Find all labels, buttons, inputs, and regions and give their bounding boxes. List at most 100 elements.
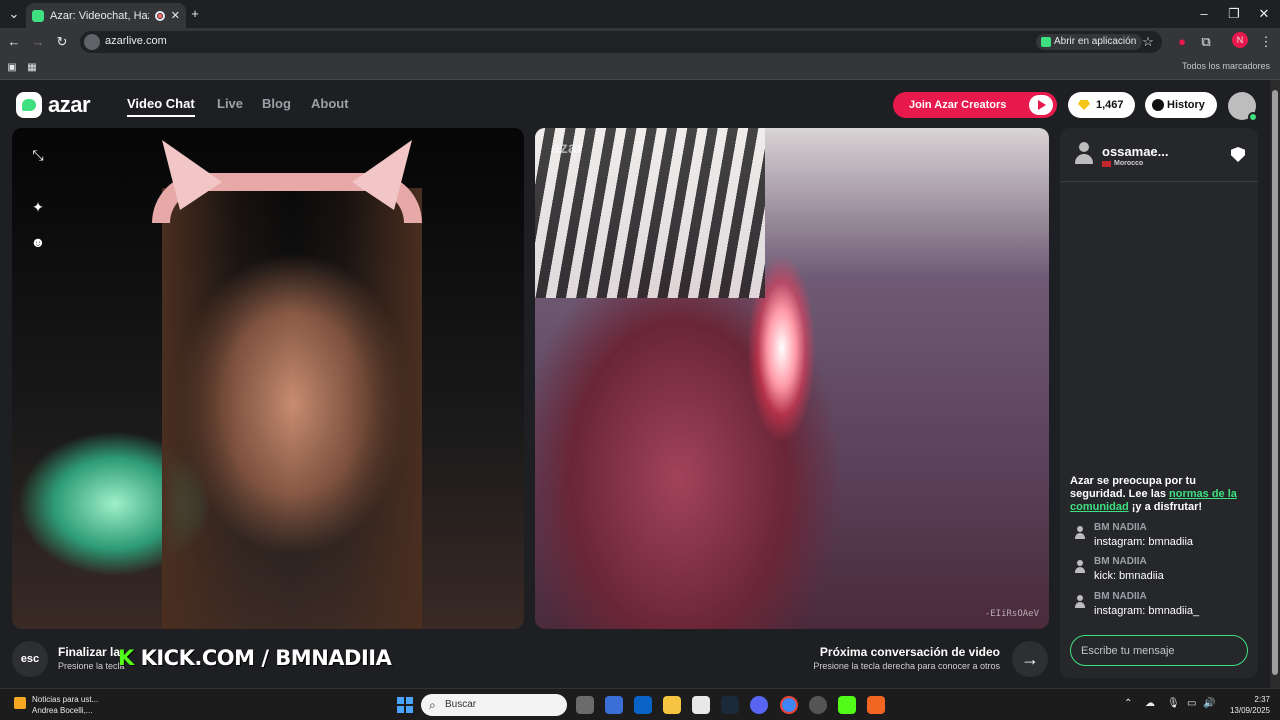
tray-chevron-icon[interactable]: ⌃ bbox=[1124, 698, 1132, 709]
sender-avatar-icon bbox=[1074, 560, 1086, 574]
scrollbar-thumb[interactable] bbox=[1272, 90, 1278, 675]
play-icon bbox=[1029, 95, 1053, 115]
obs-icon[interactable] bbox=[809, 696, 827, 714]
gem-icon bbox=[1078, 100, 1090, 110]
history-button[interactable]: History bbox=[1145, 92, 1217, 118]
back-icon[interactable]: ← bbox=[4, 32, 24, 52]
microphone-icon[interactable]: 🎙 bbox=[1167, 698, 1180, 709]
kick-app-icon[interactable] bbox=[838, 696, 856, 714]
effects-sparkle-icon[interactable]: ✦ bbox=[28, 197, 48, 217]
open-in-app-button[interactable]: Abrir en aplicación bbox=[1036, 34, 1143, 50]
history-label: History bbox=[1167, 99, 1205, 111]
chat-header: ossamae... Morocco bbox=[1060, 128, 1258, 182]
tab-title: Azar: Videochat, Haz nuevo bbox=[50, 9, 149, 22]
chat-message: BM NADIIA instagram: bmnadiia_ bbox=[1074, 591, 1254, 621]
news-subtitle: Andrea Bocelli,... bbox=[32, 706, 93, 715]
outlook-icon[interactable] bbox=[634, 696, 652, 714]
profile-avatar[interactable]: N bbox=[1232, 32, 1248, 48]
azar-logo[interactable]: azar bbox=[16, 91, 106, 119]
app-icon[interactable] bbox=[692, 696, 710, 714]
bookmark-star-icon[interactable]: ☆ bbox=[1138, 32, 1158, 52]
steam-icon[interactable] bbox=[721, 696, 739, 714]
message-text: instagram: bmnadiia_ bbox=[1094, 605, 1200, 617]
start-button-icon[interactable] bbox=[397, 697, 413, 713]
partner-avatar-icon[interactable] bbox=[1074, 142, 1094, 166]
chat-message-input[interactable] bbox=[1070, 635, 1248, 666]
minimize-icon[interactable]: – bbox=[1194, 4, 1214, 24]
new-tab-icon[interactable]: + bbox=[185, 4, 205, 24]
video-cat-ears bbox=[162, 140, 412, 220]
sender-avatar-icon bbox=[1074, 595, 1086, 609]
site-info-icon[interactable] bbox=[84, 34, 100, 50]
menu-icon[interactable]: ⋮ bbox=[1256, 32, 1276, 52]
recording-icon bbox=[154, 10, 165, 21]
browser-tab[interactable]: Azar: Videochat, Haz nuevo ✕ bbox=[26, 3, 186, 28]
extension-icon[interactable]: ● bbox=[1172, 32, 1192, 52]
nav-blog[interactable]: Blog bbox=[262, 96, 291, 111]
extensions-puzzle-icon[interactable]: ⧉ bbox=[1196, 32, 1216, 52]
app-icon-orange[interactable] bbox=[867, 696, 885, 714]
next-chat-title: Próxima conversación de video bbox=[819, 645, 1000, 659]
join-creators-button[interactable]: Join Azar Creators bbox=[893, 92, 1057, 118]
close-window-icon[interactable]: ✕ bbox=[1254, 4, 1274, 24]
sender-avatar-icon bbox=[1074, 526, 1086, 540]
restore-icon[interactable]: ❐ bbox=[1224, 4, 1244, 24]
video-watermark-logo: azar bbox=[551, 140, 584, 157]
azar-logo-icon bbox=[16, 92, 42, 118]
nav-about[interactable]: About bbox=[311, 96, 349, 111]
cloud-icon[interactable]: ☁ bbox=[1145, 698, 1155, 709]
tab-close-icon[interactable]: ✕ bbox=[171, 9, 180, 22]
tab-search-icon[interactable]: ⌄ bbox=[4, 4, 24, 24]
user-profile-avatar[interactable] bbox=[1228, 92, 1258, 122]
gems-count: 1,467 bbox=[1096, 99, 1124, 111]
message-sender: BM NADIIA bbox=[1094, 591, 1147, 602]
page-scrollbar[interactable] bbox=[1270, 80, 1280, 688]
kick-stream-overlay: K KICK.COM / BMNADIIA bbox=[118, 646, 392, 670]
chat-message: BM NADIIA instagram: bmnadiia bbox=[1074, 522, 1254, 552]
all-bookmarks-link[interactable]: Todos los marcadores bbox=[1182, 61, 1270, 71]
volume-icon[interactable]: 🔊 bbox=[1203, 698, 1215, 709]
store-icon[interactable] bbox=[605, 696, 623, 714]
gems-button[interactable]: 1,467 bbox=[1068, 92, 1135, 118]
minimize-video-icon[interactable]: ⤡ bbox=[28, 145, 48, 165]
discord-icon[interactable] bbox=[750, 696, 768, 714]
message-sender: BM NADIIA bbox=[1094, 556, 1147, 567]
end-chat-title: Finalizar la bbox=[58, 645, 121, 659]
nav-live[interactable]: Live bbox=[217, 96, 243, 111]
message-text: instagram: bmnadiia bbox=[1094, 536, 1194, 548]
partner-name[interactable]: ossamae... bbox=[1102, 144, 1169, 159]
sidebar-icon[interactable]: ▣ bbox=[2, 58, 22, 78]
nav-video-chat[interactable]: Video Chat bbox=[127, 96, 195, 117]
network-icon[interactable]: ▭ bbox=[1187, 698, 1196, 709]
next-chat-hint: Presione la tecla derecha para conocer a… bbox=[813, 661, 1000, 671]
apps-grid-icon[interactable]: ▦ bbox=[22, 58, 42, 78]
task-view-icon[interactable] bbox=[576, 696, 594, 714]
forward-icon[interactable]: → bbox=[28, 32, 48, 52]
url-text[interactable]: azarlive.com bbox=[105, 35, 167, 47]
video-hair bbox=[162, 188, 422, 629]
news-widget[interactable]: Noticias para ust... Andrea Bocelli,... bbox=[14, 694, 98, 716]
clock-icon bbox=[1152, 99, 1164, 111]
file-explorer-icon[interactable] bbox=[663, 696, 681, 714]
chrome-icon[interactable] bbox=[780, 696, 798, 714]
chat-panel: ossamae... Morocco Azar se preocupa por … bbox=[1060, 128, 1258, 678]
system-clock[interactable]: 2:37 13/09/2025 bbox=[1230, 694, 1270, 716]
next-chat-arrow-icon[interactable]: → bbox=[1012, 641, 1048, 677]
online-status-icon bbox=[1248, 112, 1258, 122]
end-chat-button[interactable]: esc bbox=[12, 641, 48, 677]
taskbar-search[interactable]: Buscar bbox=[421, 694, 567, 716]
windows-taskbar: Noticias para ust... Andrea Bocelli,... … bbox=[0, 688, 1280, 720]
tab-favicon-icon bbox=[32, 9, 44, 22]
logo-text: azar bbox=[48, 92, 91, 117]
report-shield-icon[interactable] bbox=[1231, 147, 1245, 162]
flag-icon bbox=[1102, 161, 1111, 167]
face-filter-icon[interactable]: ☻ bbox=[28, 232, 48, 252]
news-title: Noticias para ust... bbox=[32, 695, 99, 704]
safety-text-end: ¡y a disfrutar! bbox=[1128, 501, 1203, 513]
reload-icon[interactable]: ↻ bbox=[52, 32, 72, 52]
kick-overlay-text: KICK.COM / BMNADIIA bbox=[140, 646, 392, 670]
azar-page: azar Video Chat Live Blog About Join Aza… bbox=[0, 80, 1270, 688]
clock-time: 2:37 bbox=[1254, 695, 1270, 704]
omnibox[interactable]: azarlive.com Abrir en aplicación ☆ bbox=[80, 31, 1162, 53]
safety-notice: Azar se preocupa por tu seguridad. Lee l… bbox=[1070, 475, 1248, 514]
